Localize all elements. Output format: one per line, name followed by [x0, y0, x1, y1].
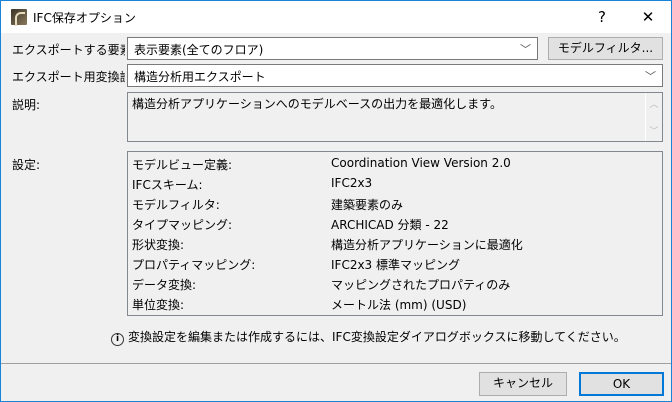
close-button[interactable]: ✕ [633, 5, 663, 29]
translator-value: 構造分析用エクスポート [134, 70, 266, 84]
archicad-app-icon [11, 9, 27, 26]
setting-key: タイプマッピング: [132, 218, 233, 232]
setting-key: プロパティマッピング: [132, 258, 256, 272]
description-label: 説明: [12, 98, 41, 112]
setting-key: モデルビュー定義: [132, 158, 233, 172]
help-button[interactable]: ? [587, 5, 617, 29]
export-elements-dropdown[interactable]: 表示要素(全てのフロア) ﹀ [127, 37, 538, 60]
translator-dropdown[interactable]: 構造分析用エクスポート ﹀ [127, 64, 663, 87]
translator-label: エクスポート用変換設定 [12, 70, 125, 84]
scroll-down-icon: ﹀ [649, 127, 659, 137]
setting-key: 形状変換: [132, 238, 185, 252]
title-bar: IFC保存オプション ? ✕ [1, 1, 671, 33]
export-elements-label: エクスポートする要素: [12, 43, 125, 57]
setting-value: Coordination View Version 2.0 [331, 156, 511, 170]
description-box: 構造分析アプリケーションへのモデルベースの出力を最適化します。 ︿ ﹀ [127, 92, 663, 142]
setting-value: IFC2x3 標準マッピング [331, 258, 461, 272]
cancel-button[interactable]: キャンセル [479, 372, 567, 396]
setting-value: ARCHICAD 分類 - 22 [331, 218, 449, 232]
ok-button[interactable]: OK [579, 372, 664, 396]
footer-divider [1, 363, 671, 364]
scroll-up-icon: ︿ [649, 100, 659, 110]
setting-value: マッピングされたプロパティのみ [331, 278, 511, 292]
setting-key: IFCスキーム: [132, 178, 203, 192]
setting-key: モデルフィルタ: [132, 198, 220, 212]
model-filter-button[interactable]: モデルフィルタ... [548, 37, 663, 60]
setting-value: 建築要素のみ [331, 198, 404, 212]
scrollbar[interactable]: ︿ ﹀ [645, 93, 662, 141]
export-elements-value: 表示要素(全てのフロア) [134, 43, 264, 57]
chevron-down-icon: ﹀ [520, 43, 531, 56]
setting-value: メートル法 (mm) (USD) [331, 298, 467, 312]
setting-value: IFC2x3 [331, 176, 373, 190]
settings-label: 設定: [12, 158, 41, 172]
setting-key: データ変換: [132, 278, 197, 292]
info-message: i 変換設定を編集または作成するには、IFC変換設定ダイアログボックスに移動してく… [111, 328, 626, 346]
chevron-down-icon: ﹀ [645, 70, 656, 83]
settings-list: モデルビュー定義: Coordination View Version 2.0 I… [127, 151, 663, 316]
setting-key: 単位変換: [132, 298, 185, 312]
info-text: 変換設定を編集または作成するには、IFC変換設定ダイアログボックスに移動してくだ… [128, 330, 626, 344]
setting-value: 構造分析アプリケーションに最適化 [331, 238, 523, 252]
description-text: 構造分析アプリケーションへのモデルベースの出力を最適化します。 [132, 97, 502, 111]
window-title: IFC保存オプション [33, 11, 136, 25]
ifc-save-options-dialog: IFC保存オプション ? ✕ エクスポートする要素: 表示要素(全てのフロア) … [0, 0, 672, 402]
info-icon: i [111, 333, 124, 346]
